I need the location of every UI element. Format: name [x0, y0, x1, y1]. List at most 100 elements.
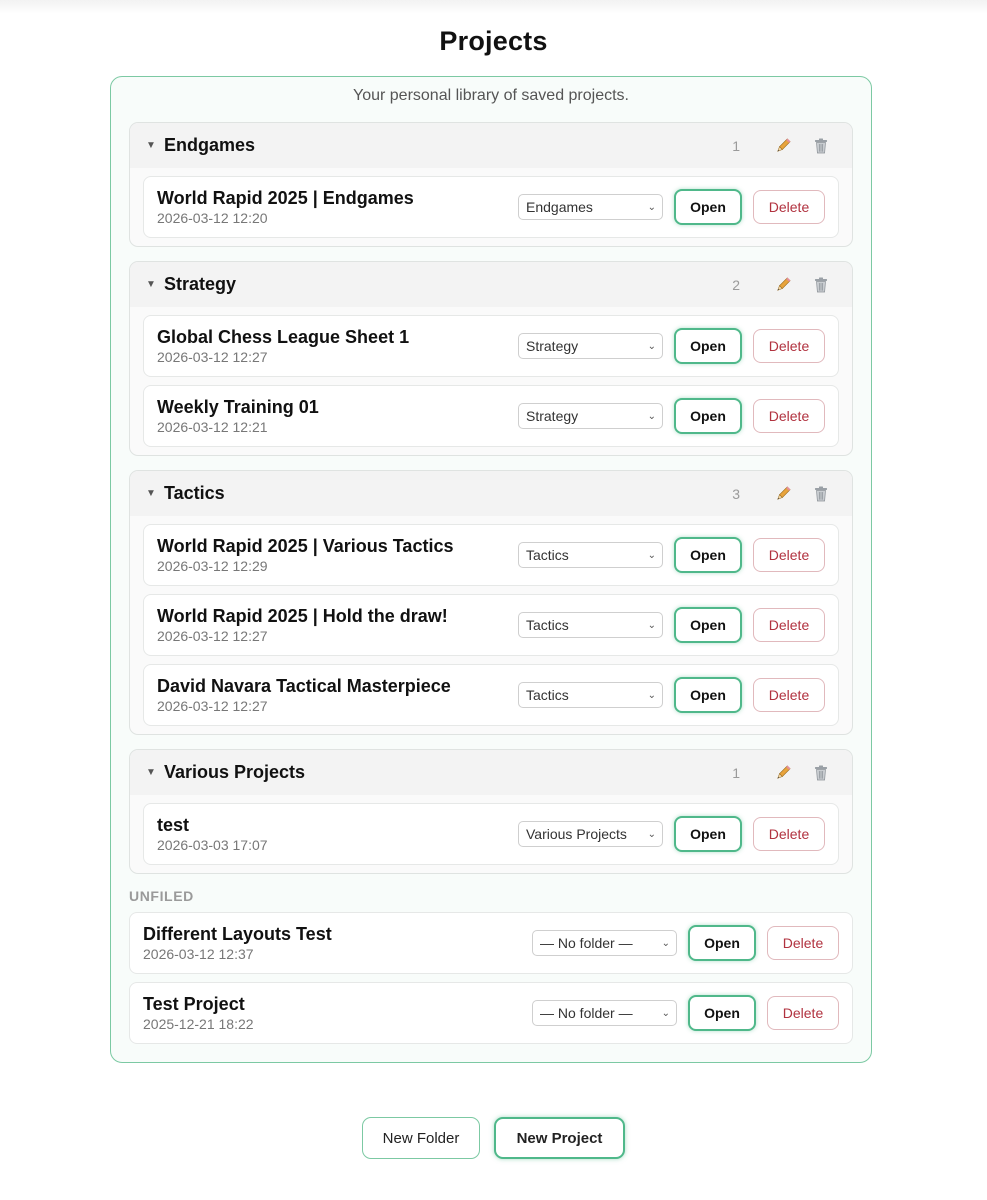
open-button[interactable]: Open [688, 995, 756, 1031]
project-title: David Navara Tactical Masterpiece [157, 676, 451, 696]
folder-name: Endgames [164, 135, 256, 155]
project-date: 2026-03-12 12:27 [157, 698, 268, 714]
project-row: test 2026-03-03 17:07 Various Projects ⌄ Ope… [143, 803, 839, 865]
project-row: Test Project 2025-12-21 18:22 — No folder … [129, 982, 853, 1044]
open-button[interactable]: Open [674, 607, 742, 643]
pencil-icon[interactable] [772, 135, 794, 157]
folder-list: ▼ Endgames 1 World Rapid 2025 | Endgames 202… [129, 122, 853, 874]
folder-select[interactable]: Strategy ⌄ [518, 403, 663, 429]
folder-header[interactable]: ▼ Tactics 3 [130, 471, 852, 516]
folder-select[interactable]: Strategy ⌄ [518, 333, 663, 359]
folder-body: World Rapid 2025 | Endgames 2026-03-12 12… [130, 168, 852, 246]
project-title: Global Chess League Sheet 1 [157, 327, 410, 347]
folder-body: test 2026-03-03 17:07 Various Projects ⌄ Ope… [130, 795, 852, 873]
delete-button[interactable]: Delete [753, 329, 825, 363]
project-title: Test Project [143, 994, 245, 1014]
caret-down-icon[interactable]: ▼ [146, 488, 164, 499]
folder-count: 2 [732, 276, 740, 293]
project-row: Different Layouts Test 2026-03-12 12:37 — … [129, 912, 853, 974]
project-info: Different Layouts Test 2026-03-12 12:37 [143, 924, 532, 962]
delete-button[interactable]: Delete [753, 608, 825, 642]
folder-select[interactable]: Various Projects ⌄ [518, 821, 663, 847]
unfiled-section: UNFILED Different Layouts Test 2026-03-12… [129, 888, 853, 1044]
folder-select[interactable]: — No folder — ⌄ [532, 1000, 677, 1026]
chevron-down-icon: ⌄ [647, 410, 656, 422]
project-info: test 2026-03-03 17:07 [157, 815, 518, 853]
pencil-icon[interactable] [772, 274, 794, 296]
new-project-button[interactable]: New Project [494, 1117, 625, 1159]
project-info: Test Project 2025-12-21 18:22 [143, 994, 532, 1032]
unfiled-list: Different Layouts Test 2026-03-12 12:37 — … [129, 912, 853, 1044]
folder-select-value: Tactics [526, 617, 569, 633]
project-date: 2026-03-12 12:27 [157, 628, 268, 644]
trash-icon[interactable] [810, 274, 832, 296]
trash-icon[interactable] [810, 762, 832, 784]
folder-group: ▼ Tactics 3 World Rapid 2025 | Various Tact… [129, 470, 853, 735]
project-date: 2026-03-12 12:27 [157, 349, 268, 365]
delete-button[interactable]: Delete [753, 817, 825, 851]
pencil-icon[interactable] [772, 762, 794, 784]
folder-group: ▼ Various Projects 1 test 2026-03-03 17:07 Va… [129, 749, 853, 874]
open-button[interactable]: Open [674, 189, 742, 225]
folder-select-value: — No folder — [540, 1005, 633, 1021]
folder-header[interactable]: ▼ Various Projects 1 [130, 750, 852, 795]
project-date: 2026-03-12 12:37 [143, 946, 254, 962]
folder-select-value: Strategy [526, 338, 579, 354]
trash-icon[interactable] [810, 135, 832, 157]
project-title: Weekly Training 01 [157, 397, 319, 417]
project-date: 2026-03-12 12:20 [157, 210, 268, 226]
folder-group: ▼ Endgames 1 World Rapid 2025 | Endgames 202… [129, 122, 853, 247]
folder-count: 1 [732, 764, 740, 781]
folder-select[interactable]: Tactics ⌄ [518, 682, 663, 708]
folder-select[interactable]: Tactics ⌄ [518, 612, 663, 638]
open-button[interactable]: Open [688, 925, 756, 961]
folder-header[interactable]: ▼ Endgames 1 [130, 123, 852, 168]
folder-select[interactable]: Endgames ⌄ [518, 194, 663, 220]
caret-down-icon[interactable]: ▼ [146, 767, 164, 778]
project-title: World Rapid 2025 | Hold the draw! [157, 606, 448, 626]
open-button[interactable]: Open [674, 398, 742, 434]
folder-count: 3 [732, 485, 740, 502]
delete-button[interactable]: Delete [753, 399, 825, 433]
project-date: 2026-03-03 17:07 [157, 837, 268, 853]
page-title: Projects [439, 26, 548, 56]
delete-button[interactable]: Delete [753, 190, 825, 224]
project-row: Global Chess League Sheet 1 2026-03-12 12… [143, 315, 839, 377]
unfiled-label: UNFILED [129, 888, 194, 904]
open-button[interactable]: Open [674, 677, 742, 713]
project-row: World Rapid 2025 | Various Tactics 2026-0… [143, 524, 839, 586]
project-date: 2025-12-21 18:22 [143, 1016, 254, 1032]
chevron-down-icon: ⌄ [647, 689, 656, 701]
project-title: test [157, 815, 190, 835]
caret-down-icon[interactable]: ▼ [146, 140, 164, 151]
folder-select[interactable]: Tactics ⌄ [518, 542, 663, 568]
new-folder-button[interactable]: New Folder [362, 1117, 480, 1159]
open-button[interactable]: Open [674, 537, 742, 573]
delete-button[interactable]: Delete [753, 538, 825, 572]
delete-button[interactable]: Delete [767, 996, 839, 1030]
page-subtitle: Your personal library of saved projects. [353, 87, 629, 104]
chevron-down-icon: ⌄ [661, 937, 670, 949]
caret-down-icon[interactable]: ▼ [146, 279, 164, 290]
pencil-icon[interactable] [772, 483, 794, 505]
delete-button[interactable]: Delete [753, 678, 825, 712]
project-title: Different Layouts Test [143, 924, 332, 944]
folder-select-value: Tactics [526, 687, 569, 703]
project-info: David Navara Tactical Masterpiece 2026-03… [157, 676, 518, 714]
folder-name: Strategy [164, 274, 237, 294]
project-info: World Rapid 2025 | Various Tactics 2026-0… [157, 536, 518, 574]
chevron-down-icon: ⌄ [647, 619, 656, 631]
folder-count: 1 [732, 137, 740, 154]
folder-select[interactable]: — No folder — ⌄ [532, 930, 677, 956]
chevron-down-icon: ⌄ [647, 201, 656, 213]
project-date: 2026-03-12 12:21 [157, 419, 268, 435]
open-button[interactable]: Open [674, 816, 742, 852]
folder-header[interactable]: ▼ Strategy 2 [130, 262, 852, 307]
project-info: World Rapid 2025 | Hold the draw! 2026-03… [157, 606, 518, 644]
trash-icon[interactable] [810, 483, 832, 505]
folder-name: Tactics [164, 483, 225, 503]
open-button[interactable]: Open [674, 328, 742, 364]
delete-button[interactable]: Delete [767, 926, 839, 960]
folder-select-value: Various Projects [526, 826, 627, 842]
project-info: World Rapid 2025 | Endgames 2026-03-12 12… [157, 188, 518, 226]
